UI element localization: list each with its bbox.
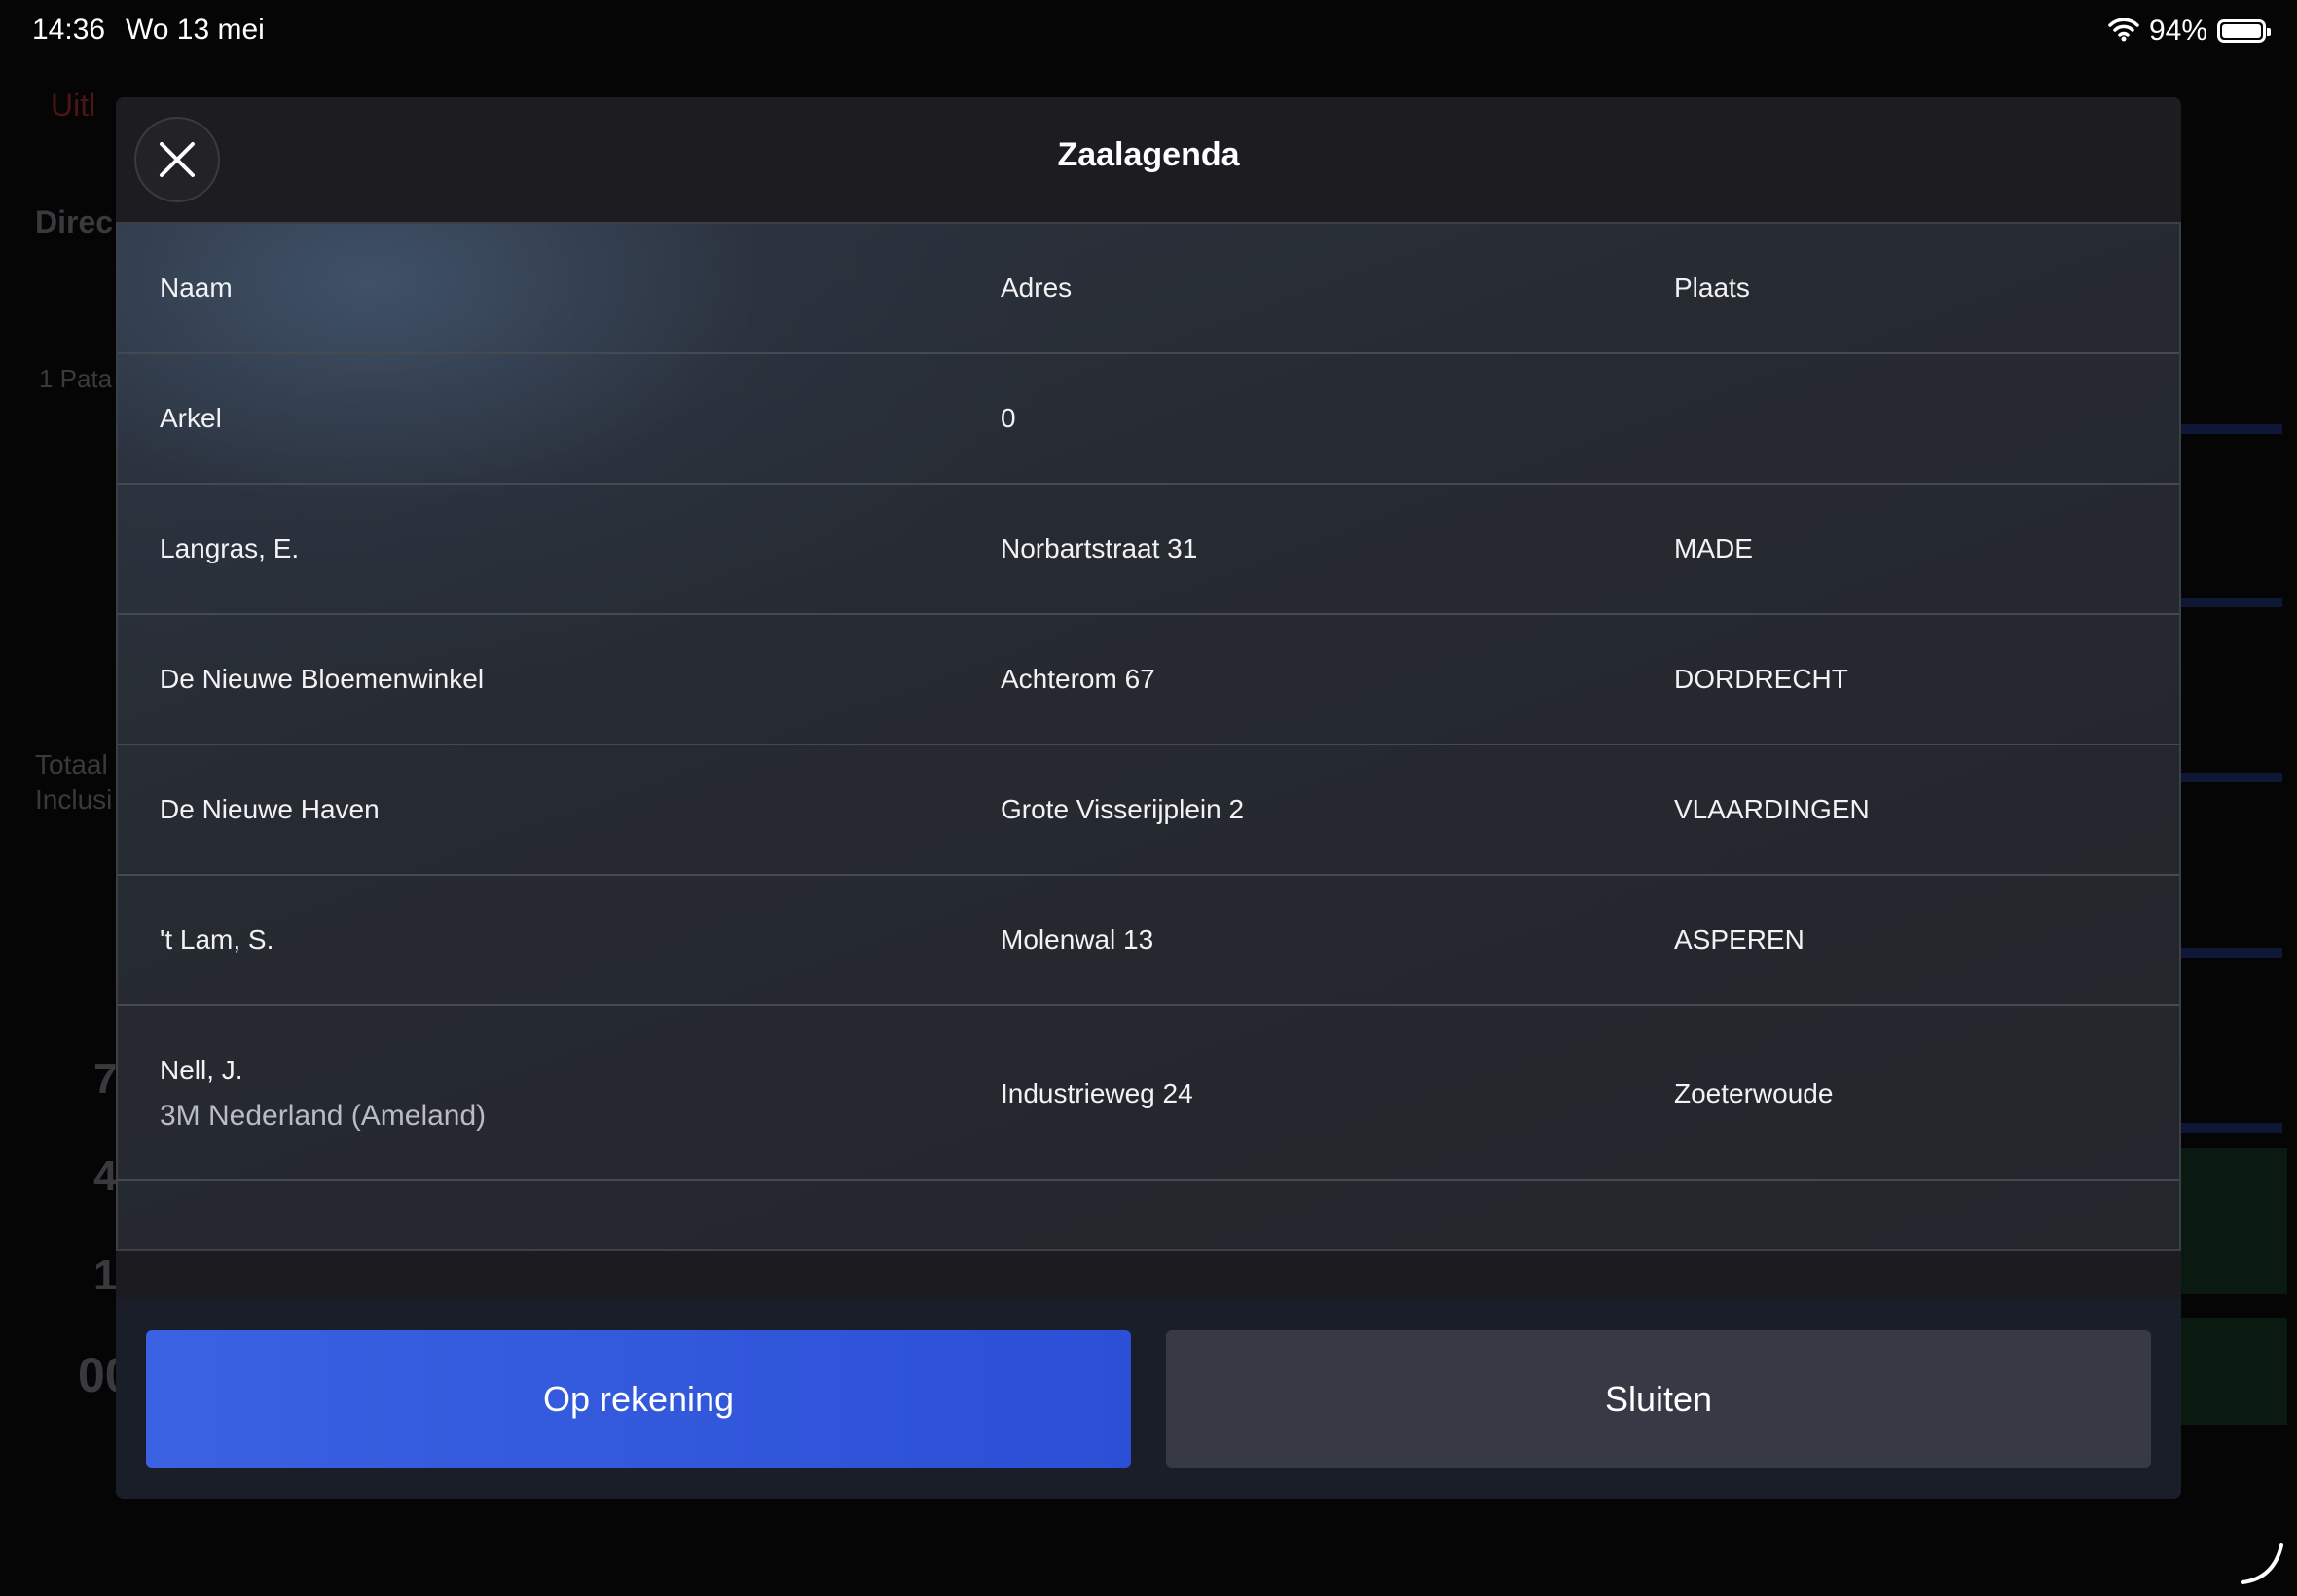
bg-total-label: Totaal <box>35 749 108 780</box>
status-bar: 14:36 Wo 13 mei 94% <box>0 0 2297 62</box>
row-place: MADE <box>1674 533 1753 563</box>
row-name: De Nieuwe Bloemenwinkel <box>160 664 485 694</box>
venue-agenda-modal: Zaalagenda Naam Adres Plaats Arkel 0 Lan… <box>116 97 2181 1499</box>
row-address: Molenwal 13 <box>1001 925 1154 955</box>
bg-progress-line <box>2175 948 2282 958</box>
table-row[interactable]: Arkel 0 <box>118 354 2179 485</box>
bg-incl-label: Inclusi <box>35 784 113 815</box>
bg-top-left-label: Uitl <box>51 88 96 123</box>
row-place: ASPEREN <box>1674 925 1805 955</box>
close-modal-button[interactable]: Sluiten <box>1166 1330 2151 1468</box>
row-name: Arkel <box>160 403 222 433</box>
bg-digit-a: 7 <box>93 1055 118 1103</box>
modal-footer: Op rekening Sluiten <box>116 1299 2181 1499</box>
bg-progress-line <box>2175 1123 2282 1133</box>
row-address: Industrieweg 24 <box>1001 1078 1193 1108</box>
wifi-icon <box>2108 17 2139 47</box>
row-name: De Nieuwe Haven <box>160 794 380 824</box>
row-address: Achterom 67 <box>1001 664 1155 694</box>
row-address: Norbartstraat 31 <box>1001 533 1198 563</box>
row-address: Grote Visserijplein 2 <box>1001 794 1245 824</box>
corner-gesture-icon <box>2241 1543 2283 1584</box>
on-account-button[interactable]: Op rekening <box>146 1330 1131 1468</box>
status-indicators: 94% <box>2108 12 2271 51</box>
table-row[interactable]: De Nieuwe Haven Grote Visserijplein 2 VL… <box>118 745 2179 876</box>
battery-icon <box>2217 19 2271 43</box>
table-row[interactable]: 't Lam, S. Molenwal 13 ASPEREN <box>118 876 2179 1006</box>
bg-progress-line <box>2175 598 2282 607</box>
bg-green-panel <box>2180 1148 2287 1294</box>
row-name: Langras, E. <box>160 533 300 563</box>
battery-percentage: 94% <box>2148 15 2207 47</box>
row-place: DORDRECHT <box>1674 664 1848 694</box>
row-place: VLAARDINGEN <box>1674 794 1870 824</box>
row-address: 0 <box>1001 403 1016 433</box>
status-date: Wo 13 mei <box>126 14 265 46</box>
row-name: 't Lam, S. <box>160 925 274 955</box>
header-naam: Naam <box>160 272 233 303</box>
row-name: Nell, J. <box>160 1055 243 1085</box>
agenda-table: Naam Adres Plaats Arkel 0 Langras, E. No… <box>116 222 2181 1251</box>
modal-title: Zaalagenda <box>1057 136 1240 173</box>
bg-digit-b: 4 <box>93 1152 118 1200</box>
table-row[interactable]: De Nieuwe Bloemenwinkel Achterom 67 DORD… <box>118 615 2179 745</box>
bg-digit-c: 1 <box>93 1251 118 1299</box>
table-row[interactable]: Langras, E. Norbartstraat 31 MADE <box>118 485 2179 615</box>
header-adres: Adres <box>1001 272 1073 303</box>
bg-row-label: 1 Pata <box>39 364 113 393</box>
row-place: Zoeterwoude <box>1674 1078 1834 1108</box>
status-time: 14:36 <box>32 14 106 46</box>
header-plaats: Plaats <box>1674 272 1750 303</box>
modal-header: Zaalagenda <box>116 97 2181 222</box>
bg-progress-line <box>2175 773 2282 782</box>
bg-progress-line <box>2175 424 2282 434</box>
bg-green-panel <box>2180 1318 2287 1425</box>
table-row[interactable]: Nell, J. 3M Nederland (Ameland) Industri… <box>118 1006 2179 1181</box>
row-subname: 3M Nederland (Ameland) <box>160 1100 487 1132</box>
table-header-row: Naam Adres Plaats <box>118 224 2179 354</box>
bg-section-label: Direc <box>35 204 114 239</box>
